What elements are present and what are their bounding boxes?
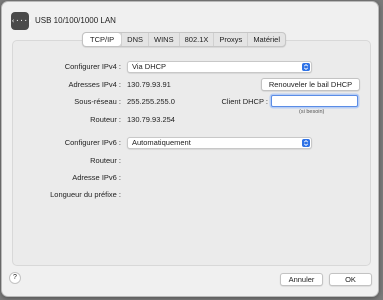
- dhcp-client-hint: (si besoin): [299, 109, 325, 115]
- ipv4-address-label: Adresses IPv4 :: [68, 80, 121, 89]
- ipv4-address-value: 130.79.93.91: [127, 80, 171, 89]
- configure-ipv6-select[interactable]: Automatiquement: [127, 137, 312, 149]
- network-settings-window: ‹···› USB 10/100/1000 LAN Configurer IPv…: [1, 1, 379, 297]
- ipv6-router-label: Routeur :: [90, 156, 121, 165]
- configure-ipv4-label: Configurer IPv4 :: [64, 62, 121, 71]
- subnet-mask-value: 255.255.255.0: [127, 97, 175, 106]
- settings-panel: Configurer IPv4 : Via DHCP Adresses IPv4…: [12, 40, 371, 266]
- tab-8021x[interactable]: 802.1X: [178, 33, 214, 46]
- title-bar: ‹···› USB 10/100/1000 LAN: [2, 2, 378, 36]
- help-button[interactable]: ?: [9, 272, 21, 284]
- tab-proxys[interactable]: Proxys: [213, 33, 247, 46]
- cancel-button[interactable]: Annuler: [280, 273, 323, 286]
- ipv6-address-label: Adresse IPv6 :: [72, 173, 121, 182]
- ipv4-router-label: Routeur :: [90, 115, 121, 124]
- configure-ipv6-value: Automatiquement: [132, 138, 191, 147]
- configure-ipv4-value: Via DHCP: [132, 62, 167, 71]
- tab-wins[interactable]: WINS: [148, 33, 179, 46]
- renew-dhcp-lease-button[interactable]: Renouveler le bail DHCP: [261, 78, 360, 91]
- ipv4-router-value: 130.79.93.254: [127, 115, 175, 124]
- tab-tcpip[interactable]: TCP/IP: [83, 33, 122, 46]
- tab-materiel[interactable]: Matériel: [247, 33, 285, 46]
- dhcp-client-id-field[interactable]: [271, 95, 358, 107]
- tab-bar: TCP/IP DNS WINS 802.1X Proxys Matériel: [82, 32, 286, 47]
- dhcp-client-label: Client DHCP :: [221, 97, 268, 106]
- tab-dns[interactable]: DNS: [121, 33, 148, 46]
- chevron-up-down-icon: [302, 139, 310, 147]
- configure-ipv4-select[interactable]: Via DHCP: [127, 61, 312, 73]
- prefix-length-label: Longueur du préfixe :: [50, 190, 121, 199]
- chevron-up-down-icon: [302, 63, 310, 71]
- subnet-mask-label: Sous-réseau :: [74, 97, 121, 106]
- network-interface-icon: ‹···›: [11, 12, 32, 30]
- window-title: USB 10/100/1000 LAN: [35, 16, 116, 25]
- configure-ipv6-label: Configurer IPv6 :: [64, 138, 121, 147]
- ok-button[interactable]: OK: [329, 273, 372, 286]
